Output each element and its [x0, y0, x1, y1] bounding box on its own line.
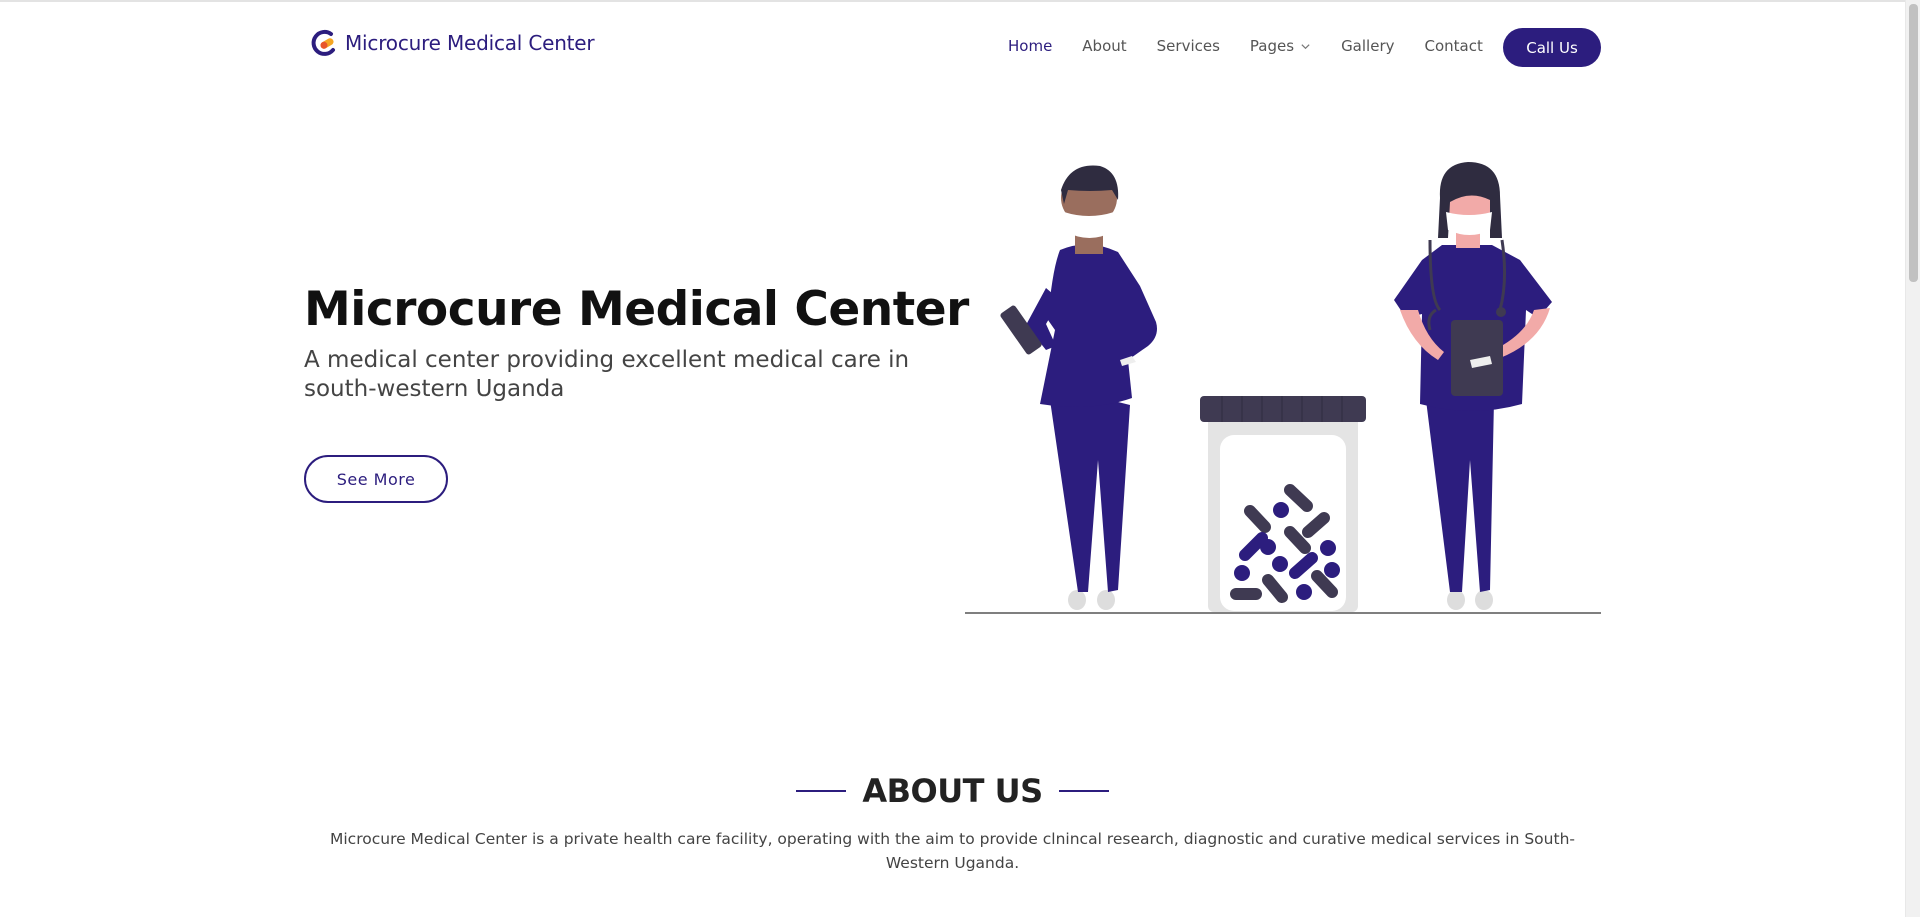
doctor-left-figure	[1000, 165, 1157, 610]
brand-name: Microcure Medical Center	[345, 31, 595, 55]
about-heading: ABOUT US	[0, 772, 1905, 810]
scrollbar-thumb[interactable]	[1909, 4, 1918, 282]
nav-pages-label: Pages	[1249, 37, 1295, 55]
nav-services[interactable]: Services	[1157, 37, 1220, 55]
doctor-right-figure	[1394, 162, 1552, 610]
brand-logo-icon	[311, 29, 335, 56]
pill-jar	[1200, 396, 1366, 612]
nav-pages[interactable]: Pages	[1250, 37, 1311, 55]
main-nav: Home About Services Pages Gallery Contac…	[1008, 26, 1513, 66]
site-header: Microcure Medical Center Home About Serv…	[0, 2, 1905, 86]
see-more-button[interactable]: See More	[304, 455, 448, 503]
doctors-illustration	[965, 162, 1601, 614]
call-us-button[interactable]: Call Us	[1503, 28, 1601, 67]
hero-subtitle: A medical center providing excellent med…	[304, 347, 910, 402]
nav-contact[interactable]: Contact	[1425, 37, 1483, 55]
nav-about[interactable]: About	[1082, 37, 1126, 55]
about-title: ABOUT US	[862, 772, 1043, 810]
chevron-down-icon	[1301, 43, 1310, 49]
nav-gallery[interactable]: Gallery	[1341, 37, 1394, 55]
about-text: Microcure Medical Center is a private he…	[330, 830, 1575, 872]
nav-home[interactable]: Home	[1008, 37, 1052, 55]
heading-divider-right	[1058, 790, 1109, 792]
brand-logo-link[interactable]: Microcure Medical Center	[309, 26, 595, 60]
hero-title: Microcure Medical Center	[304, 282, 969, 337]
page-scrollbar[interactable]	[1905, 0, 1920, 917]
heading-divider-left	[796, 790, 847, 792]
